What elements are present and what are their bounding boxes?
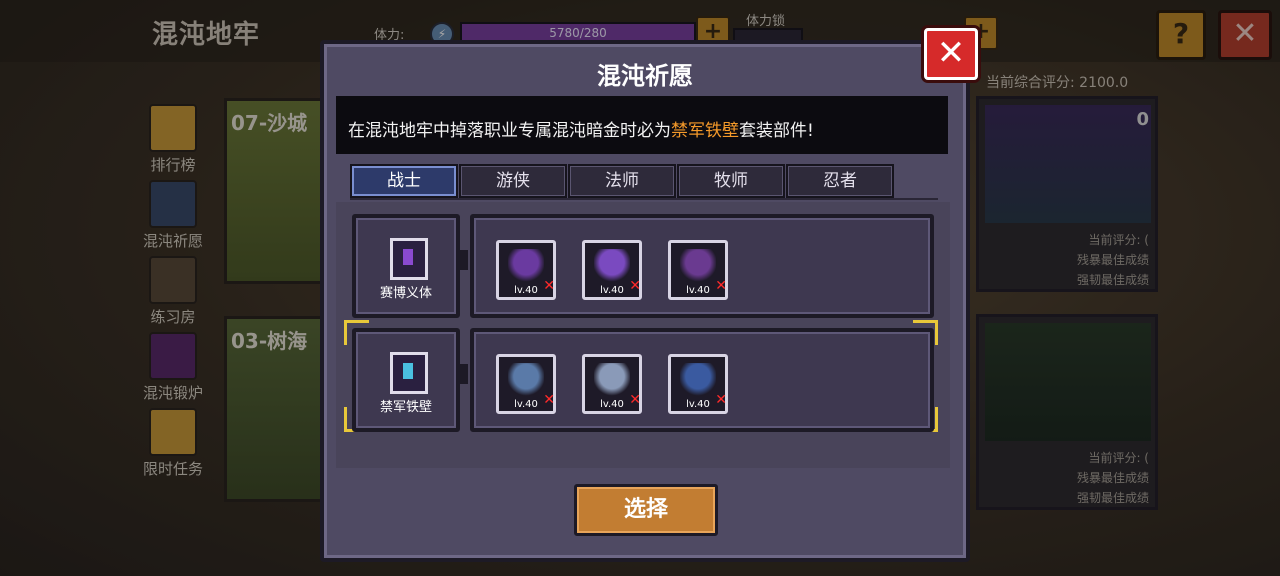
close-dialog-button[interactable]: ✕ bbox=[924, 28, 978, 80]
purple-armor-icon bbox=[594, 249, 630, 283]
equipment-slot[interactable]: lv.40 ✕ bbox=[582, 354, 642, 414]
steel-armor-icon bbox=[594, 363, 630, 397]
steel-helmet-icon bbox=[508, 363, 544, 397]
set-tablet-icon bbox=[390, 352, 428, 394]
missing-x-icon: ✕ bbox=[543, 392, 555, 408]
tab-priest[interactable]: 牧师 bbox=[677, 164, 785, 198]
description-box: 在混沌地牢中掉落职业专属混沌暗金时必为禁军铁壁套装部件! bbox=[336, 96, 948, 154]
row-connector bbox=[456, 364, 468, 384]
purple-boots-icon bbox=[680, 249, 716, 283]
description-highlight: 禁军铁壁 bbox=[671, 121, 739, 141]
description-prefix: 在混沌地牢中掉落职业专属混沌暗金时必为 bbox=[348, 121, 671, 141]
dialog-title: 混沌祈愿 bbox=[597, 62, 693, 90]
tabs-divider bbox=[350, 198, 938, 200]
tab-mage[interactable]: 法师 bbox=[568, 164, 676, 198]
set-cell: 禁军铁壁 bbox=[352, 328, 460, 432]
set-items: lv.40 ✕ lv.40 ✕ lv.40 ✕ bbox=[470, 328, 934, 432]
row-connector bbox=[456, 250, 468, 270]
equipment-slot[interactable]: lv.40 ✕ bbox=[582, 240, 642, 300]
set-row-imperial-guard[interactable]: 禁军铁壁 lv.40 ✕ lv.40 ✕ lv.40 ✕ bbox=[344, 320, 938, 432]
gem-icon bbox=[403, 249, 413, 265]
steel-boots-icon bbox=[680, 363, 716, 397]
set-name: 赛博义体 bbox=[379, 286, 432, 301]
missing-x-icon: ✕ bbox=[543, 278, 555, 294]
tab-ninja[interactable]: 忍者 bbox=[786, 164, 894, 198]
tab-warrior[interactable]: 战士 bbox=[350, 164, 458, 198]
purple-helmet-icon bbox=[508, 249, 544, 283]
equipment-slot[interactable]: lv.40 ✕ bbox=[668, 354, 728, 414]
missing-x-icon: ✕ bbox=[629, 278, 641, 294]
description-suffix: 套装部件! bbox=[739, 121, 814, 141]
select-button[interactable]: 选择 bbox=[574, 484, 718, 536]
set-cell: 赛博义体 bbox=[352, 214, 460, 318]
set-name: 禁军铁壁 bbox=[379, 400, 432, 415]
chaos-wish-dialog: 混沌祈愿 ✕ 在混沌地牢中掉落职业专属混沌暗金时必为禁军铁壁套装部件! 战士 游… bbox=[320, 28, 978, 562]
set-row-cyber-implant[interactable]: 赛博义体 lv.40 ✕ lv.40 ✕ lv.40 ✕ bbox=[348, 210, 934, 318]
tab-ranger[interactable]: 游侠 bbox=[459, 164, 567, 198]
gem-icon bbox=[403, 363, 413, 379]
set-items: lv.40 ✕ lv.40 ✕ lv.40 ✕ bbox=[470, 214, 934, 318]
missing-x-icon: ✕ bbox=[715, 278, 727, 294]
set-tablet-icon bbox=[390, 238, 428, 280]
equipment-slot[interactable]: lv.40 ✕ bbox=[496, 240, 556, 300]
equipment-slot[interactable]: lv.40 ✕ bbox=[496, 354, 556, 414]
equipment-slot[interactable]: lv.40 ✕ bbox=[668, 240, 728, 300]
description-text: 在混沌地牢中掉落职业专属混沌暗金时必为禁军铁壁套装部件! bbox=[348, 116, 814, 141]
missing-x-icon: ✕ bbox=[715, 392, 727, 408]
missing-x-icon: ✕ bbox=[629, 392, 641, 408]
